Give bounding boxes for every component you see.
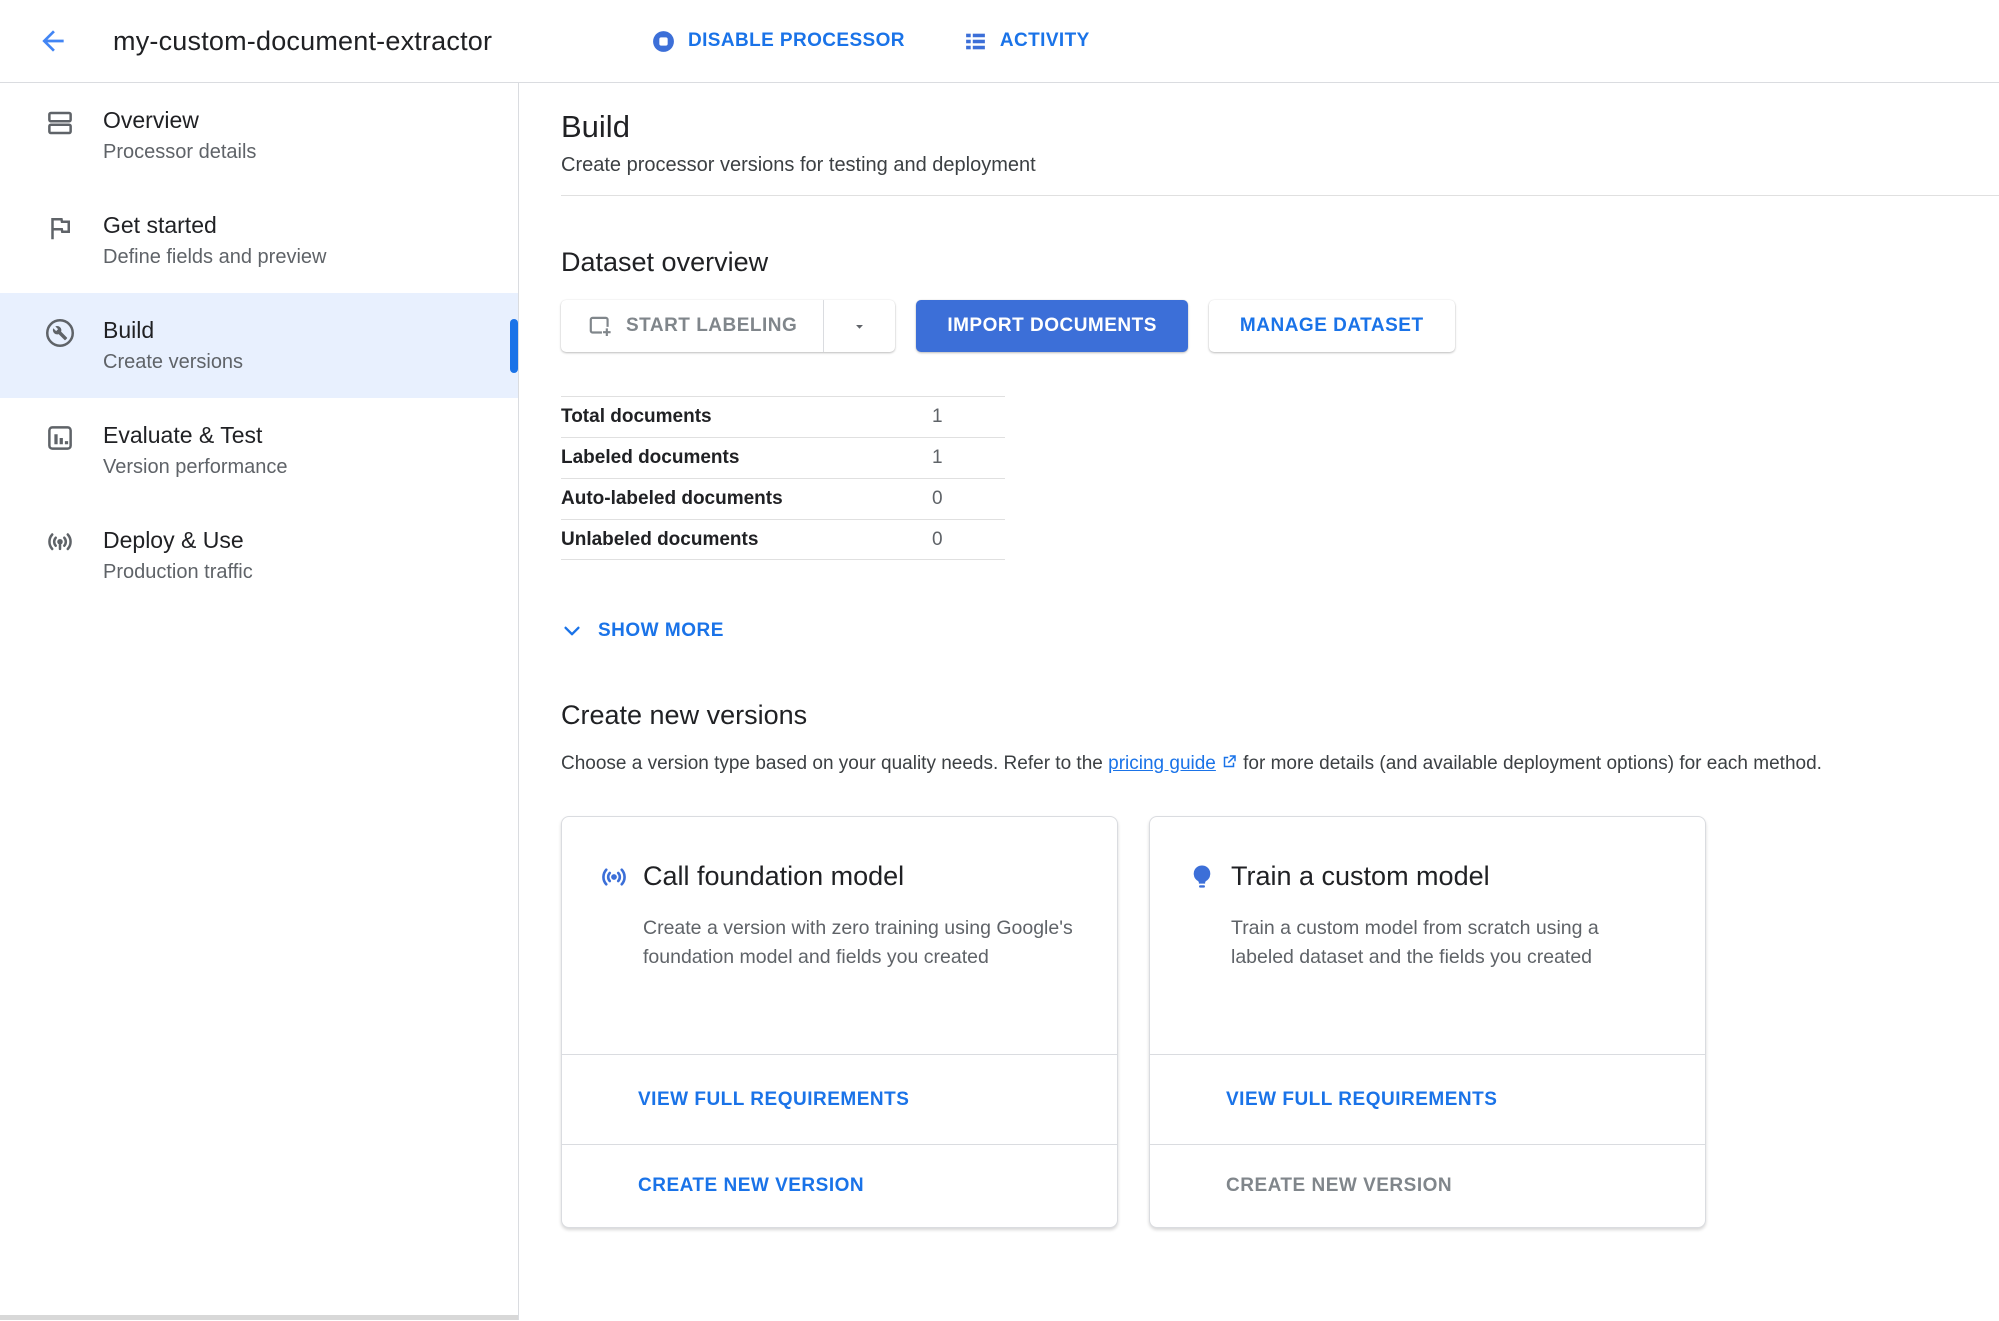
table-row: Auto-labeled documents 0 [561, 478, 1005, 519]
flag-icon [45, 213, 75, 243]
stop-circle-icon [651, 29, 676, 54]
create-versions-description: Choose a version type based on your qual… [561, 752, 1999, 776]
show-more-label: SHOW MORE [598, 620, 724, 642]
top-bar: my-custom-document-extractor DISABLE PRO… [0, 0, 1999, 83]
label-plus-icon [587, 313, 613, 339]
activity-list-icon [963, 29, 988, 54]
sidebar-item-title: Build [103, 315, 243, 346]
topbar-actions: DISABLE PROCESSOR ACTIVITY [651, 29, 1090, 54]
stat-label: Auto-labeled documents [561, 488, 932, 510]
disable-processor-button[interactable]: DISABLE PROCESSOR [651, 29, 905, 54]
caret-down-icon [852, 319, 867, 334]
stat-label: Unlabeled documents [561, 529, 932, 551]
start-labeling-split-button: START LABELING [561, 300, 895, 352]
card-description: Train a custom model from scratch using … [1231, 914, 1665, 972]
create-new-version-link[interactable]: CREATE NEW VERSION [562, 1144, 1117, 1227]
stat-label: Total documents [561, 406, 932, 428]
stat-value: 1 [932, 406, 1005, 428]
import-documents-button[interactable]: IMPORT DOCUMENTS [916, 300, 1188, 352]
version-cards-row: Call foundation model Create a version w… [561, 816, 1999, 1228]
activity-label: ACTIVITY [1000, 30, 1090, 52]
card-title: Train a custom model [1231, 861, 1490, 892]
dataset-overview-section: Dataset overview START LABELING [561, 245, 1999, 642]
sidebar-item-build[interactable]: Build Create versions [0, 293, 518, 398]
create-versions-heading: Create new versions [561, 698, 1999, 732]
stat-value: 0 [932, 488, 1005, 510]
sidebar-bottom-divider [0, 1315, 518, 1320]
broadcast-icon [45, 528, 75, 558]
dataset-actions-row: START LABELING IMPORT DOCUMENTS MANAGE D… [561, 300, 1999, 352]
activity-button[interactable]: ACTIVITY [963, 29, 1090, 54]
pricing-guide-link[interactable]: pricing guide [1108, 753, 1216, 774]
view-full-requirements-link[interactable]: VIEW FULL REQUIREMENTS [562, 1054, 1117, 1145]
sidebar-item-subtitle: Create versions [103, 349, 243, 376]
lightbulb-icon [1187, 862, 1217, 892]
create-new-version-link-disabled: CREATE NEW VERSION [1150, 1144, 1705, 1227]
description-prefix: Choose a version type based on your qual… [561, 753, 1108, 774]
description-suffix: for more details (and available deployme… [1238, 753, 1822, 774]
bar-chart-box-icon [45, 423, 75, 453]
stat-value: 1 [932, 447, 1005, 469]
wrench-circle-icon [45, 318, 75, 348]
sidebar-item-title: Get started [103, 210, 326, 241]
stat-label: Labeled documents [561, 447, 932, 469]
external-link-icon [1220, 753, 1238, 771]
back-button[interactable] [33, 21, 73, 61]
sidebar-item-title: Evaluate & Test [103, 420, 288, 451]
create-versions-section: Create new versions Choose a version typ… [561, 698, 1999, 1228]
start-labeling-label: START LABELING [626, 315, 797, 337]
call-foundation-model-card: Call foundation model Create a version w… [561, 816, 1118, 1228]
stacked-rows-icon [45, 108, 75, 138]
sidebar-item-subtitle: Version performance [103, 454, 288, 481]
page-subtitle: Create processor versions for testing an… [561, 153, 1999, 177]
card-description: Create a version with zero training usin… [643, 914, 1077, 972]
chevron-down-icon [561, 620, 583, 642]
stat-value: 0 [932, 529, 1005, 551]
broadcast-icon [599, 862, 629, 892]
sidebar-item-title: Deploy & Use [103, 525, 253, 556]
processor-title: my-custom-document-extractor [113, 26, 492, 57]
start-labeling-button[interactable]: START LABELING [561, 300, 823, 352]
sidebar-item-title: Overview [103, 105, 256, 136]
train-custom-model-card: Train a custom model Train a custom mode… [1149, 816, 1706, 1228]
table-row: Unlabeled documents 0 [561, 519, 1005, 560]
sidebar-item-evaluate-test[interactable]: Evaluate & Test Version performance [0, 398, 518, 503]
manage-dataset-button[interactable]: MANAGE DATASET [1209, 300, 1455, 352]
sidebar-item-overview[interactable]: Overview Processor details [0, 83, 518, 188]
main-content: Build Create processor versions for test… [519, 83, 1999, 1320]
sidebar-item-subtitle: Production traffic [103, 559, 253, 586]
sidebar: Overview Processor details Get started D… [0, 83, 519, 1320]
view-full-requirements-link[interactable]: VIEW FULL REQUIREMENTS [1150, 1054, 1705, 1145]
card-title: Call foundation model [643, 861, 904, 892]
sidebar-item-subtitle: Processor details [103, 139, 256, 166]
dataset-overview-heading: Dataset overview [561, 245, 1999, 279]
disable-processor-label: DISABLE PROCESSOR [688, 30, 905, 52]
arrow-left-icon [37, 25, 69, 57]
dataset-stats-table: Total documents 1 Labeled documents 1 Au… [561, 396, 1005, 560]
page-title: Build [561, 109, 1999, 145]
start-labeling-dropdown[interactable] [823, 300, 895, 352]
sidebar-item-subtitle: Define fields and preview [103, 244, 326, 271]
show-more-button[interactable]: SHOW MORE [561, 620, 724, 642]
table-row: Labeled documents 1 [561, 437, 1005, 478]
sidebar-item-get-started[interactable]: Get started Define fields and preview [0, 188, 518, 293]
page-header: Build Create processor versions for test… [561, 83, 1999, 196]
sidebar-item-deploy-use[interactable]: Deploy & Use Production traffic [0, 503, 518, 608]
table-row: Total documents 1 [561, 396, 1005, 437]
